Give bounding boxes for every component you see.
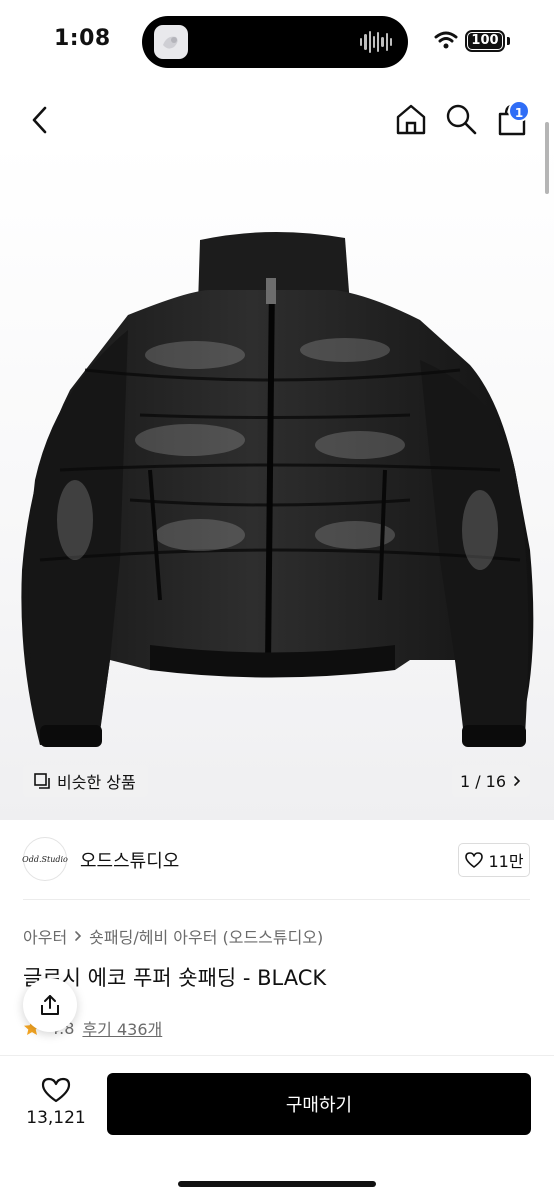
home-icon[interactable]	[394, 102, 428, 136]
back-icon[interactable]	[24, 104, 56, 136]
brand-logo-text: Odd.Studio	[22, 854, 68, 864]
brand-like-button[interactable]: 11만	[458, 843, 530, 877]
buy-button[interactable]: 구매하기	[107, 1073, 531, 1135]
breadcrumb: 아우터 숏패딩/헤비 아우터 (오드스튜디오)	[23, 924, 323, 948]
reviews-link[interactable]: 후기 436개	[82, 1016, 162, 1040]
jacket-image	[21, 231, 534, 747]
share-icon	[41, 995, 59, 1015]
wishlist-count: 13,121	[26, 1108, 86, 1128]
chevron-right-icon	[75, 931, 82, 941]
home-indicator[interactable]	[178, 1181, 376, 1187]
wishlist-heart-icon[interactable]	[40, 1076, 72, 1104]
brand-name[interactable]: 오드스튜디오	[80, 847, 179, 873]
image-pager-button[interactable]: 1 / 16	[452, 765, 530, 797]
scrollbar[interactable]	[545, 122, 549, 194]
product-image[interactable]	[0, 140, 554, 820]
image-pager-text: 1 / 16	[459, 771, 507, 791]
similar-products-label: 비슷한 상품	[57, 773, 136, 792]
audio-waveform-icon	[360, 30, 392, 54]
divider	[23, 899, 530, 900]
breadcrumb-item-category[interactable]: 아우터	[23, 924, 67, 948]
similar-icon	[34, 773, 50, 789]
share-button[interactable]	[23, 978, 77, 1032]
status-time: 1:08	[54, 26, 111, 51]
now-playing-app-icon	[154, 25, 188, 59]
battery-level: 100	[471, 33, 499, 48]
dynamic-island	[142, 16, 408, 68]
battery-tip	[507, 37, 510, 45]
cart-count-badge: 1	[508, 100, 530, 122]
status-bar: 1:08 100	[0, 0, 554, 84]
chevron-right-icon	[514, 776, 521, 786]
heart-icon	[465, 852, 484, 868]
similar-products-button[interactable]: 비슷한 상품	[23, 765, 148, 797]
wifi-icon	[434, 31, 458, 49]
breadcrumb-item-subcategory[interactable]: 숏패딩/헤비 아우터 (오드스튜디오)	[89, 924, 323, 948]
battery-indicator: 100	[465, 30, 505, 52]
brand-logo[interactable]: Odd.Studio	[22, 837, 68, 881]
brand-like-count: 11만	[488, 852, 524, 871]
search-icon[interactable]	[444, 102, 478, 136]
